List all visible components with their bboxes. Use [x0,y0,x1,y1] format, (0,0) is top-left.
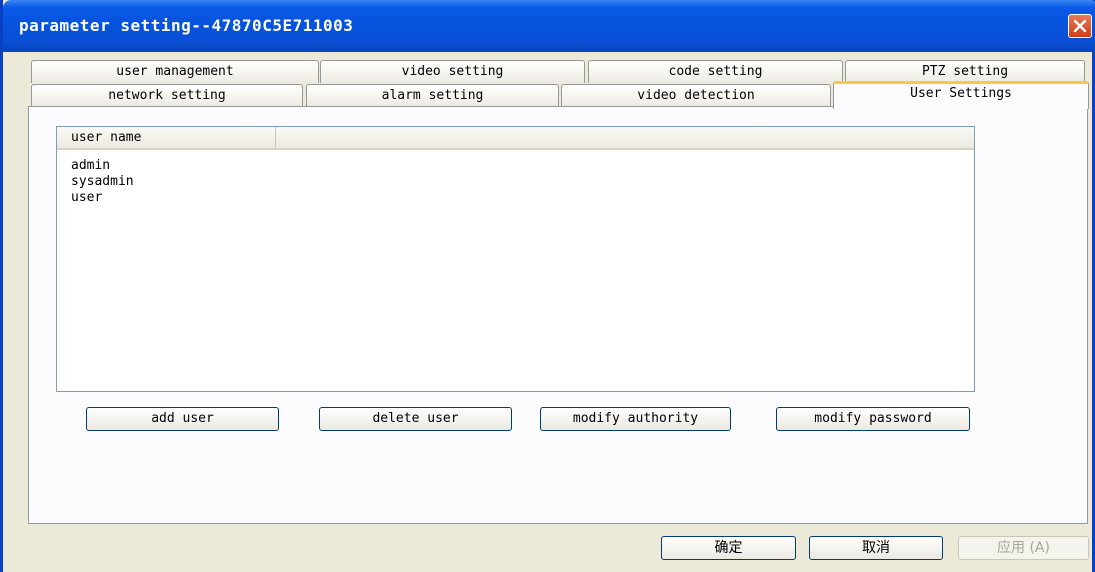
tab-network-setting[interactable]: network setting [31,84,303,107]
title-bar[interactable]: parameter setting--47870C5E711003 [3,0,1095,52]
column-header-user-name[interactable]: user name [57,127,276,148]
tab-user-settings[interactable]: User Settings [833,81,1089,109]
tab-code-setting[interactable]: code setting [588,60,843,83]
modify-password-button[interactable]: modify password [776,407,970,431]
user-list[interactable]: user name admin sysadmin user [56,126,975,392]
window-title: parameter setting--47870C5E711003 [19,16,354,35]
close-icon [1073,19,1087,33]
ok-button[interactable]: 确定 [661,536,796,560]
user-settings-panel: user name admin sysadmin user add user d… [28,106,1088,524]
delete-user-button[interactable]: delete user [319,407,512,431]
list-item[interactable]: sysadmin [71,174,134,190]
list-header: user name [57,127,974,150]
tab-video-setting[interactable]: video setting [320,60,585,83]
list-item[interactable]: admin [71,158,134,174]
tab-ptz-setting[interactable]: PTZ setting [845,60,1085,83]
parameter-setting-window: parameter setting--47870C5E711003 user m… [0,0,1095,572]
user-rows: admin sysadmin user [71,158,134,206]
tab-video-detection[interactable]: video detection [561,84,831,107]
list-item[interactable]: user [71,190,134,206]
tab-alarm-setting[interactable]: alarm setting [306,84,559,107]
modify-authority-button[interactable]: modify authority [540,407,731,431]
tab-user-management[interactable]: user management [31,60,319,83]
add-user-button[interactable]: add user [86,407,279,431]
apply-button[interactable]: 应用 (A) [958,536,1089,560]
close-button[interactable] [1068,14,1092,38]
cancel-button[interactable]: 取消 [809,536,943,560]
